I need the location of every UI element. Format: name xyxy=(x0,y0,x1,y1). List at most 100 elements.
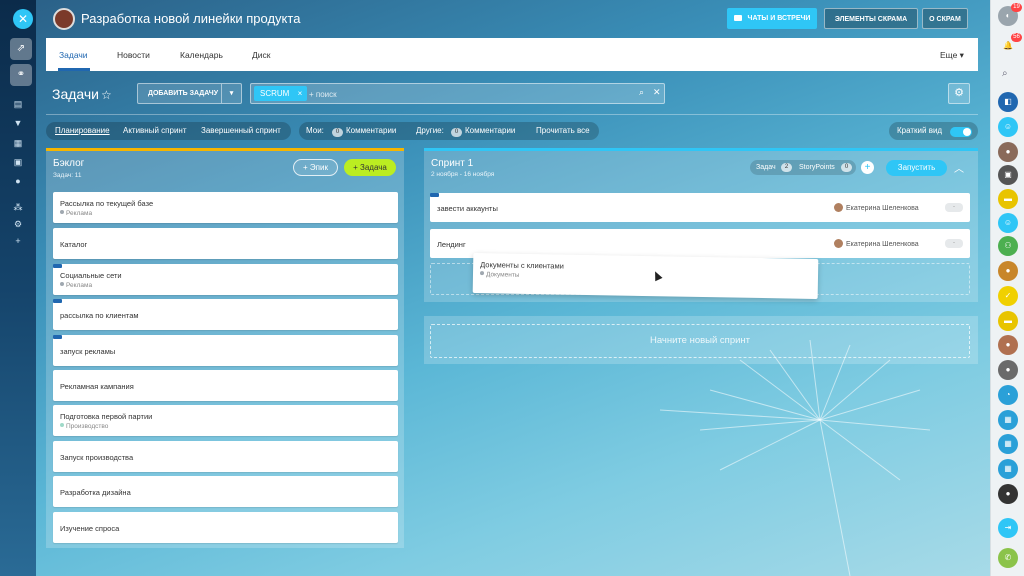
calendar-icon-2[interactable]: ▦ xyxy=(998,434,1018,454)
phone-icon[interactable]: ✆ xyxy=(998,548,1018,568)
new-tag-icon xyxy=(430,193,439,197)
grid-icon[interactable]: ▦ xyxy=(12,138,24,148)
about-scrum-button[interactable]: О скрам xyxy=(922,8,968,29)
filter-chip[interactable]: SCRUM × xyxy=(254,86,308,101)
chat-avatar-1[interactable]: ◧ xyxy=(998,92,1018,112)
backlog-card[interactable]: Социальные сети Реклама xyxy=(53,264,398,295)
tab-news[interactable]: Новости xyxy=(117,50,150,60)
active-tab-indicator xyxy=(58,68,90,71)
chat-avatar-6[interactable]: ☺ xyxy=(998,213,1018,233)
chat-avatar-2[interactable]: ☺ xyxy=(998,117,1018,137)
add-sprint-task-button[interactable]: + xyxy=(861,161,874,174)
chevron-down-icon[interactable]: ▾ xyxy=(221,84,241,103)
view-completed-sprint[interactable]: Завершенный спринт xyxy=(201,122,281,140)
card-icon[interactable]: ▣ xyxy=(12,157,24,167)
card-title: запуск рекламы xyxy=(60,347,116,356)
project-avatar[interactable] xyxy=(53,8,75,30)
backlog-card[interactable]: запуск рекламы xyxy=(53,335,398,366)
tab-more[interactable]: Еще ▾ xyxy=(940,50,964,61)
assignee[interactable]: Екатерина Шеленкова xyxy=(834,203,919,212)
tab-calendar[interactable]: Календарь xyxy=(180,50,223,60)
start-sprint-button[interactable]: Запустить xyxy=(886,160,947,176)
star-icon[interactable]: ☆ xyxy=(101,88,112,102)
tab-tasks[interactable]: Задачи xyxy=(59,50,88,60)
search-icon[interactable]: ⌕ xyxy=(639,87,644,98)
search-icon[interactable]: ⌕ xyxy=(1002,68,1008,79)
chat-avatar-4[interactable]: ▣ xyxy=(998,165,1018,185)
assignee[interactable]: Екатерина Шеленкова xyxy=(834,239,919,248)
right-chat-rail: ◐ 19 🔔 56 ⌕ ◧ ☺ ● ▣ ▬ ☺ ⚇ ● ✓ ▬ ● ● ◔ ▦ ▦ … xyxy=(990,0,1024,576)
external-link-icon[interactable]: ⇗ xyxy=(10,38,32,60)
new-sprint-panel: Начните новый спринт xyxy=(424,316,978,364)
calendar-icon-3[interactable]: ▦ xyxy=(998,459,1018,479)
clear-search-icon[interactable]: ✕ xyxy=(653,87,661,98)
start-new-sprint-zone[interactable]: Начните новый спринт xyxy=(430,324,970,358)
search-filter-box[interactable]: SCRUM × ⌕ ✕ xyxy=(250,83,665,104)
close-icon[interactable]: ✕ xyxy=(13,9,33,29)
scrum-elements-button[interactable]: Элементы скрама xyxy=(824,8,918,29)
card-title: Разработка дизайна xyxy=(60,488,131,497)
add-epic-button[interactable]: + Эпик xyxy=(293,159,338,176)
inbox-icon[interactable]: ▤ xyxy=(12,99,24,109)
card-epic: Производство xyxy=(60,423,108,430)
view-active-sprint[interactable]: Активный спринт xyxy=(123,122,187,140)
circle-icon[interactable]: ● xyxy=(12,176,24,186)
card-title: Лендинг xyxy=(437,240,466,249)
chat-avatar-5[interactable]: ▬ xyxy=(998,189,1018,209)
search-input[interactable] xyxy=(309,87,609,101)
backlog-card[interactable]: Рассылка по текущей базе Реклама xyxy=(53,192,398,223)
link-icon[interactable]: ⚭ xyxy=(10,64,32,86)
chat-avatar-3[interactable]: ● xyxy=(998,142,1018,162)
filter-chip-label: SCRUM xyxy=(260,89,290,98)
chevron-up-icon[interactable]: ︿ xyxy=(954,160,964,175)
add-task-backlog-button[interactable]: + Задача xyxy=(344,159,396,176)
chat-avatar-13[interactable]: ◔ xyxy=(998,385,1018,405)
camera-icon xyxy=(733,15,742,22)
read-all-link[interactable]: Прочитать все xyxy=(536,122,590,140)
tab-disk[interactable]: Диск xyxy=(252,50,270,60)
backlog-card[interactable]: Изучение спроса xyxy=(53,512,398,543)
card-title: Подготовка первой партии xyxy=(60,412,153,421)
chat-avatar-11[interactable]: ● xyxy=(998,335,1018,355)
compact-view-toggle[interactable] xyxy=(950,127,972,137)
new-tag-icon xyxy=(53,299,62,303)
backlog-card[interactable]: Разработка дизайна xyxy=(53,476,398,507)
comments-counters: Мои: 0 Комментарии Другие: 0 Комментарии П… xyxy=(299,122,599,140)
bell-icon[interactable]: 🔔 56 xyxy=(998,33,1022,56)
backlog-card[interactable]: рассылка по клиентам xyxy=(53,299,398,330)
chat-avatar-8[interactable]: ● xyxy=(998,261,1018,281)
story-points-badge[interactable]: - xyxy=(945,203,963,212)
card-title: Социальные сети xyxy=(60,271,122,280)
card-title: Запуск производства xyxy=(60,453,134,462)
backlog-card[interactable]: Запуск производства xyxy=(53,441,398,472)
dragged-card[interactable]: Документы с клиентами Документы xyxy=(472,252,819,300)
epic-dot-icon xyxy=(60,282,64,286)
gear-icon[interactable]: ⚙ xyxy=(948,83,970,104)
backlog-card[interactable]: Каталог xyxy=(53,228,398,259)
assignee-name: Екатерина Шеленкова xyxy=(846,205,919,212)
mine-comments[interactable]: 0 Комментарии xyxy=(332,122,396,140)
notifications-icon[interactable]: ◐ 19 xyxy=(998,3,1022,26)
sprint-card[interactable]: завести аккаунты Екатерина Шеленкова - xyxy=(430,193,970,222)
chat-avatar-14[interactable]: ● xyxy=(998,484,1018,504)
others-comments[interactable]: 0 Комментарии xyxy=(451,122,515,140)
view-planning[interactable]: Планирование xyxy=(55,122,110,140)
chat-avatar-7[interactable]: ⚇ xyxy=(998,236,1018,256)
epic-dot-icon xyxy=(60,210,64,214)
story-points-badge[interactable]: - xyxy=(945,239,963,248)
chip-remove-icon[interactable]: × xyxy=(298,86,303,101)
network-icon[interactable]: ⁂ xyxy=(12,202,24,212)
add-task-button[interactable]: Добавить задачу ▾ xyxy=(137,83,242,104)
settings-icon[interactable]: ⚙ xyxy=(12,219,24,229)
door-icon[interactable]: ⇥ xyxy=(998,518,1018,538)
chat-avatar-12[interactable]: ● xyxy=(998,360,1018,380)
plus-icon[interactable]: + xyxy=(12,236,24,246)
chat-avatar-10[interactable]: ▬ xyxy=(998,311,1018,331)
backlog-card[interactable]: Подготовка первой партии Производство xyxy=(53,405,398,436)
backlog-card[interactable]: Рекламная кампания xyxy=(53,370,398,401)
chat-avatar-9[interactable]: ✓ xyxy=(998,286,1018,306)
backlog-panel: Бэклог Задач: 11 + Эпик + Задача Рассылк… xyxy=(46,148,404,548)
calendar-icon-1[interactable]: ▦ xyxy=(998,410,1018,430)
chats-meetings-button[interactable]: Чаты и встречи xyxy=(727,8,817,29)
filter-icon[interactable]: ▼ xyxy=(12,118,24,128)
